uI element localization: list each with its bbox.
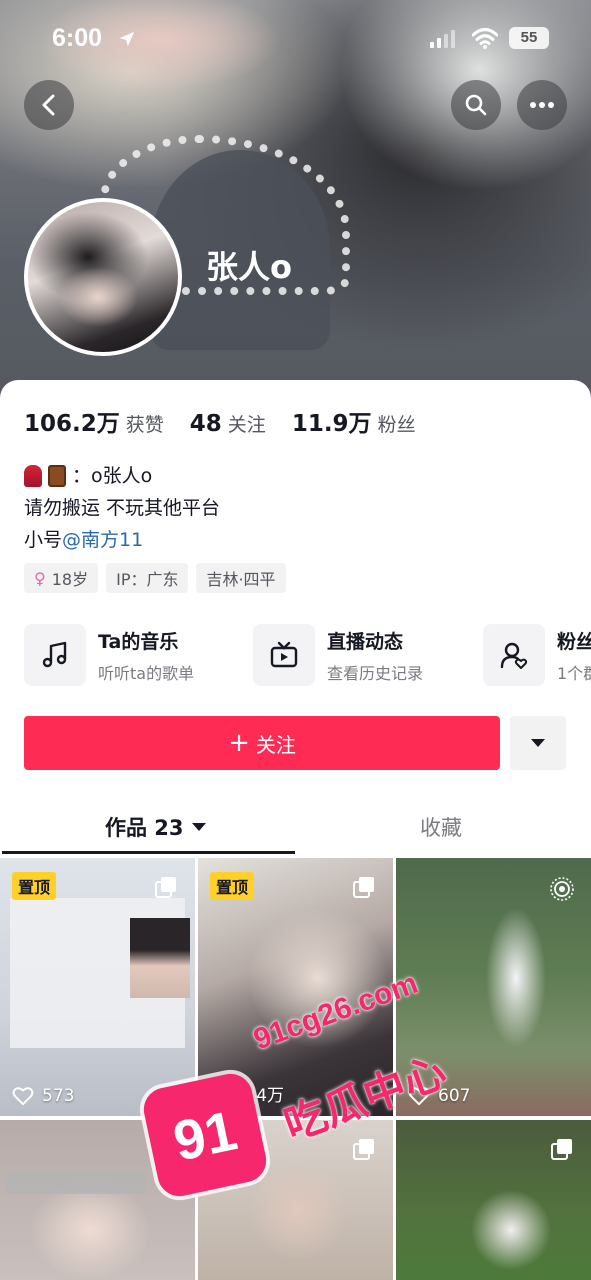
pinned-badge: 置顶 bbox=[210, 872, 255, 900]
triangle-down-icon bbox=[531, 739, 545, 747]
mosaic-blur bbox=[5, 1172, 145, 1194]
stat-following-value: 48 bbox=[189, 411, 222, 437]
cellular-signal-icon bbox=[430, 30, 455, 48]
feature-music[interactable]: Ta的音乐 听听ta的歌单 bbox=[24, 622, 194, 688]
multi-image-icon bbox=[155, 877, 176, 898]
scarf-emoji-icon bbox=[24, 465, 42, 487]
tile-likes-count: 2.4万 bbox=[240, 1086, 285, 1106]
profile-bio: ：o张人o 请勿搬运 不玩其他平台 小号 @南方11 bbox=[24, 460, 220, 556]
stat-following[interactable]: 48 关注 bbox=[190, 410, 266, 437]
tab-works[interactable]: 作品 23 bbox=[105, 800, 206, 854]
multi-image-icon bbox=[353, 1139, 374, 1160]
more-options-button[interactable] bbox=[517, 80, 567, 130]
profile-tags: ♀ 18岁 IP：广东 吉林·四平 bbox=[24, 563, 294, 593]
tab-favorites[interactable]: 收藏 bbox=[420, 800, 462, 854]
tile-likes: 573 bbox=[12, 1086, 74, 1106]
status-bar: 6:00 55 bbox=[0, 0, 591, 80]
recommend-dropdown-button[interactable] bbox=[510, 716, 566, 770]
video-tile[interactable]: 607 bbox=[396, 858, 591, 1116]
feature-live-sub: 查看历史记录 bbox=[327, 663, 424, 683]
avatar[interactable] bbox=[24, 198, 182, 356]
door-emoji-icon bbox=[48, 465, 66, 487]
tab-works-label: 作品 23 bbox=[105, 816, 184, 840]
feature-fans-sub: 1个群 bbox=[557, 663, 591, 683]
search-button[interactable] bbox=[451, 80, 501, 130]
live-photo-icon bbox=[550, 877, 574, 901]
tile-likes-count: 573 bbox=[42, 1086, 75, 1106]
feature-entries: Ta的音乐 听听ta的歌单 直播动态 查看历史记录 粉丝 1个群 bbox=[24, 622, 591, 688]
follow-button-label: 关注 bbox=[255, 732, 296, 757]
tv-icon bbox=[253, 624, 315, 686]
female-icon: ♀ bbox=[34, 568, 46, 588]
tile-likes: 2.4万 bbox=[210, 1081, 284, 1106]
search-icon bbox=[465, 94, 487, 116]
bio-alt-account-label: 小号 bbox=[24, 529, 63, 551]
profile-nickname: 张人o bbox=[206, 248, 292, 286]
feature-live[interactable]: 直播动态 查看历史记录 bbox=[253, 622, 423, 688]
feature-music-title: Ta的音乐 bbox=[98, 630, 179, 653]
chevron-left-icon bbox=[42, 94, 55, 116]
video-tile[interactable] bbox=[396, 1120, 591, 1280]
battery-indicator: 55 bbox=[509, 27, 549, 49]
feature-live-title: 直播动态 bbox=[327, 630, 404, 653]
triangle-down-icon bbox=[191, 823, 206, 831]
stat-followers-label: 粉丝 bbox=[377, 414, 416, 436]
bio-line-3: 小号 @南方11 bbox=[24, 524, 220, 556]
stat-likes-label: 获赞 bbox=[125, 414, 164, 436]
multi-image-icon bbox=[551, 1139, 572, 1160]
fans-group-icon bbox=[483, 624, 545, 686]
video-tile[interactable]: 置顶 2.4万 bbox=[198, 858, 393, 1116]
tag-age: ♀ 18岁 bbox=[24, 563, 99, 593]
profile-stats: 106.2万 获赞 48 关注 11.9万 粉丝 bbox=[24, 404, 442, 438]
stat-following-label: 关注 bbox=[227, 414, 266, 436]
stat-followers[interactable]: 11.9万 粉丝 bbox=[292, 404, 416, 438]
tab-active-indicator bbox=[2, 851, 295, 854]
feature-fans-title: 粉丝 bbox=[557, 630, 591, 653]
tag-ip: IP：广东 bbox=[106, 563, 189, 593]
bio-line-1-text: ：o张人o bbox=[72, 465, 153, 487]
tag-location: 吉林·四平 bbox=[196, 563, 286, 593]
video-tile[interactable] bbox=[198, 1120, 393, 1280]
heart-icon bbox=[408, 1087, 430, 1106]
location-arrow-icon bbox=[119, 31, 135, 47]
tile-thumbnail-photo bbox=[130, 918, 190, 998]
back-button[interactable] bbox=[24, 80, 74, 130]
follow-button[interactable]: + 关注 bbox=[24, 716, 500, 770]
wifi-icon bbox=[472, 28, 498, 49]
feature-fans[interactable]: 粉丝 1个群 bbox=[483, 622, 591, 688]
video-tile[interactable]: 置顶 573 bbox=[0, 858, 195, 1116]
tile-likes: 607 bbox=[408, 1086, 470, 1106]
stat-followers-value: 11.9万 bbox=[291, 411, 372, 437]
video-tile[interactable] bbox=[0, 1120, 195, 1280]
tag-age-text: 18岁 bbox=[51, 570, 89, 589]
multi-image-icon bbox=[353, 877, 374, 898]
music-note-icon bbox=[24, 624, 86, 686]
status-time: 6:00 bbox=[52, 24, 103, 52]
bio-mention-link[interactable]: @南方11 bbox=[62, 524, 143, 556]
plus-icon: + bbox=[228, 728, 250, 758]
stat-likes-value: 106.2万 bbox=[24, 411, 120, 437]
heart-icon bbox=[12, 1087, 34, 1106]
ellipsis-icon bbox=[530, 102, 554, 108]
video-grid: 置顶 573 置顶 2.4万 607 bbox=[0, 858, 591, 1280]
feature-music-sub: 听听ta的歌单 bbox=[98, 663, 195, 683]
stat-likes[interactable]: 106.2万 获赞 bbox=[24, 404, 164, 438]
bio-line-2: 请勿搬运 不玩其他平台 bbox=[24, 497, 221, 519]
tile-likes-count: 607 bbox=[438, 1086, 471, 1106]
heart-icon bbox=[210, 1084, 232, 1103]
content-tabs: 作品 23 收藏 bbox=[0, 800, 591, 854]
pinned-badge: 置顶 bbox=[12, 872, 57, 900]
bio-line-1: ：o张人o bbox=[24, 460, 220, 492]
